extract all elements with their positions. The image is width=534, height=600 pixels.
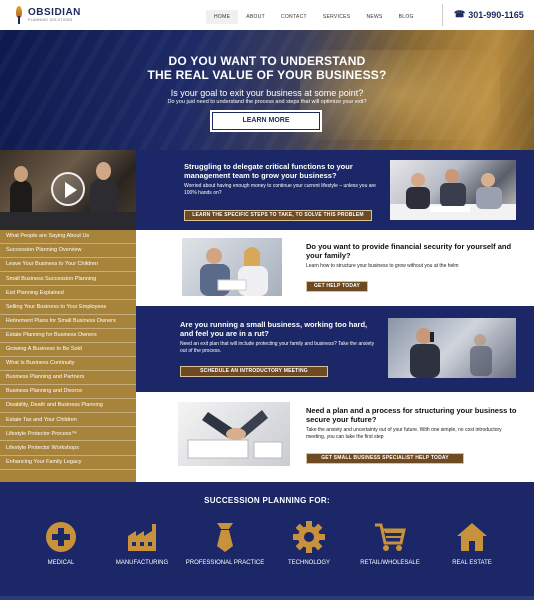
footer-strip	[0, 596, 534, 600]
section-delegate: Struggling to delegate critical function…	[136, 150, 534, 230]
hero-subtitle-2: Do you just need to understand the proce…	[167, 99, 367, 105]
brand-tagline: PLANNING SOLUTIONS	[28, 17, 73, 22]
sidebar-item[interactable]: What People are Saying About Us	[0, 230, 136, 245]
section-plan: Need a plan and a process for structurin…	[136, 392, 534, 482]
industry-label: TECHNOLOGY	[287, 560, 330, 566]
sidebar-item[interactable]: Small Business Succession Planning	[0, 272, 136, 287]
section-body: Learn how to structure your business to …	[306, 263, 459, 269]
sidebar-menu: What People are Saying About Us Successi…	[0, 230, 136, 482]
phone-icon: ☎	[454, 9, 466, 19]
industry-label: RETAIL/WHOLESALE	[360, 560, 420, 566]
site-header: OBSIDIAN PLANNING SOLUTIONS HOME ABOUT C…	[0, 0, 534, 30]
nav-blog[interactable]: BLOG	[391, 10, 422, 24]
industry-professional-practice[interactable]: PROFESSIONAL PRACTICE	[185, 520, 265, 567]
industry-real-estate[interactable]: REAL ESTATE	[432, 520, 512, 567]
sidebar-item[interactable]: Exit Planning Explained	[0, 286, 136, 301]
nav-contact[interactable]: CONTACT	[273, 10, 315, 24]
nav-news[interactable]: NEWS	[358, 10, 390, 24]
couple-photo	[182, 238, 282, 296]
play-icon[interactable]	[51, 172, 85, 206]
section-rut: Are you running a small business, workin…	[136, 306, 534, 392]
get-help-today-button[interactable]: GET HELP TODAY	[306, 281, 368, 292]
hero-banner: DO YOU WANT TO UNDERSTAND THE REAL VALUE…	[0, 30, 534, 150]
section-body: Need an exit plan that will include prot…	[180, 341, 375, 354]
tie-icon	[217, 523, 233, 552]
industries-section: SUCCESSION PLANNING FOR: MEDICAL MANUFAC…	[0, 482, 534, 600]
main-nav: HOME ABOUT CONTACT SERVICES NEWS BLOG	[206, 10, 422, 24]
learn-more-button[interactable]: LEARN MORE	[212, 112, 320, 130]
nav-home[interactable]: HOME	[206, 10, 239, 24]
sidebar-item[interactable]: Disability, Death and Business Planning	[0, 399, 136, 414]
section-heading: Do you want to provide financial securit…	[306, 242, 512, 260]
video-thumbnail[interactable]	[0, 150, 136, 230]
industries-title: SUCCESSION PLANNING FOR:	[204, 496, 330, 505]
header-divider	[442, 4, 443, 26]
man-on-phone-photo	[388, 318, 516, 378]
industry-label: MANUFACTURING	[115, 560, 169, 566]
gear-icon	[293, 521, 325, 553]
schedule-meeting-button[interactable]: SCHEDULE AN INTRODUCTORY MEETING	[180, 366, 328, 377]
section-body: Take the anxiety and uncertainty out of …	[306, 427, 502, 440]
business-meeting-photo	[390, 160, 516, 220]
sidebar-item[interactable]: Lifestyle Protector Workshops	[0, 441, 136, 456]
industry-label: MEDICAL	[47, 560, 75, 566]
sidebar-item[interactable]: Lifestyle Protector Process™	[0, 427, 136, 442]
sidebar-item[interactable]: What Is Business Continuity	[0, 357, 136, 371]
hero-title-line1: DO YOU WANT TO UNDERSTAND	[168, 54, 366, 68]
industry-technology[interactable]: TECHNOLOGY	[269, 520, 349, 567]
logo[interactable]: OBSIDIAN PLANNING SOLUTIONS	[14, 6, 81, 24]
phone-link[interactable]: ☎ 301-990-1165	[454, 9, 524, 20]
get-specialist-help-button[interactable]: GET SMALL BUSINESS SPECIALIST HELP TODAY	[306, 453, 464, 464]
section-body: Worried about having enough money to con…	[184, 183, 376, 196]
sidebar-item[interactable]: Business Planning and Partners	[0, 371, 136, 386]
industry-medical[interactable]: MEDICAL	[21, 520, 101, 567]
industry-retail-wholesale[interactable]: RETAIL/WHOLESALE	[350, 520, 430, 567]
section-security: Do you want to provide financial securit…	[136, 230, 534, 306]
medical-icon	[46, 522, 76, 552]
sidebar-item[interactable]: Selling Your Business to Your Employees	[0, 300, 136, 315]
industry-label: REAL ESTATE	[452, 560, 492, 566]
sidebar-item[interactable]: Growing A Business to Be Sold	[0, 343, 136, 357]
nav-services[interactable]: SERVICES	[315, 10, 359, 24]
nav-about[interactable]: ABOUT	[238, 10, 273, 24]
sidebar-item[interactable]: Leave Your Business to Your Children	[0, 258, 136, 273]
phone-number: 301-990-1165	[468, 9, 524, 20]
sidebar-item[interactable]: Estate Tax and Your Children	[0, 413, 136, 428]
sidebar-item[interactable]: Estate Planning for Business Owners	[0, 329, 136, 343]
industry-label: PROFESSIONAL PRACTICE	[185, 560, 265, 566]
sidebar-item[interactable]: Retirement Plans for Small Business Owne…	[0, 315, 136, 329]
hero-title-line2: THE REAL VALUE OF YOUR BUSINESS?	[147, 68, 387, 82]
cart-icon	[375, 523, 406, 551]
house-icon	[457, 523, 487, 551]
learn-steps-button[interactable]: LEARN THE SPECIFIC STEPS TO TAKE, TO SOL…	[184, 210, 372, 221]
section-heading: Need a plan and a process for structurin…	[306, 406, 517, 424]
factory-icon	[128, 524, 156, 551]
section-heading: Struggling to delegate critical function…	[184, 162, 353, 180]
sidebar-item[interactable]: Succession Planning Overview	[0, 244, 136, 259]
sidebar-item[interactable]: Business Planning and Divorce	[0, 385, 136, 400]
sidebar-item[interactable]: Enhancing Your Family Legacy	[0, 456, 136, 470]
brand-name: OBSIDIAN	[28, 6, 81, 18]
hero-subtitle: Is your goal to exit your business at so…	[170, 88, 364, 98]
section-heading: Are you running a small business, workin…	[180, 320, 368, 338]
handshake-documents-photo	[178, 402, 290, 466]
industry-manufacturing[interactable]: MANUFACTURING	[102, 520, 182, 567]
logo-torch-icon	[14, 6, 24, 24]
